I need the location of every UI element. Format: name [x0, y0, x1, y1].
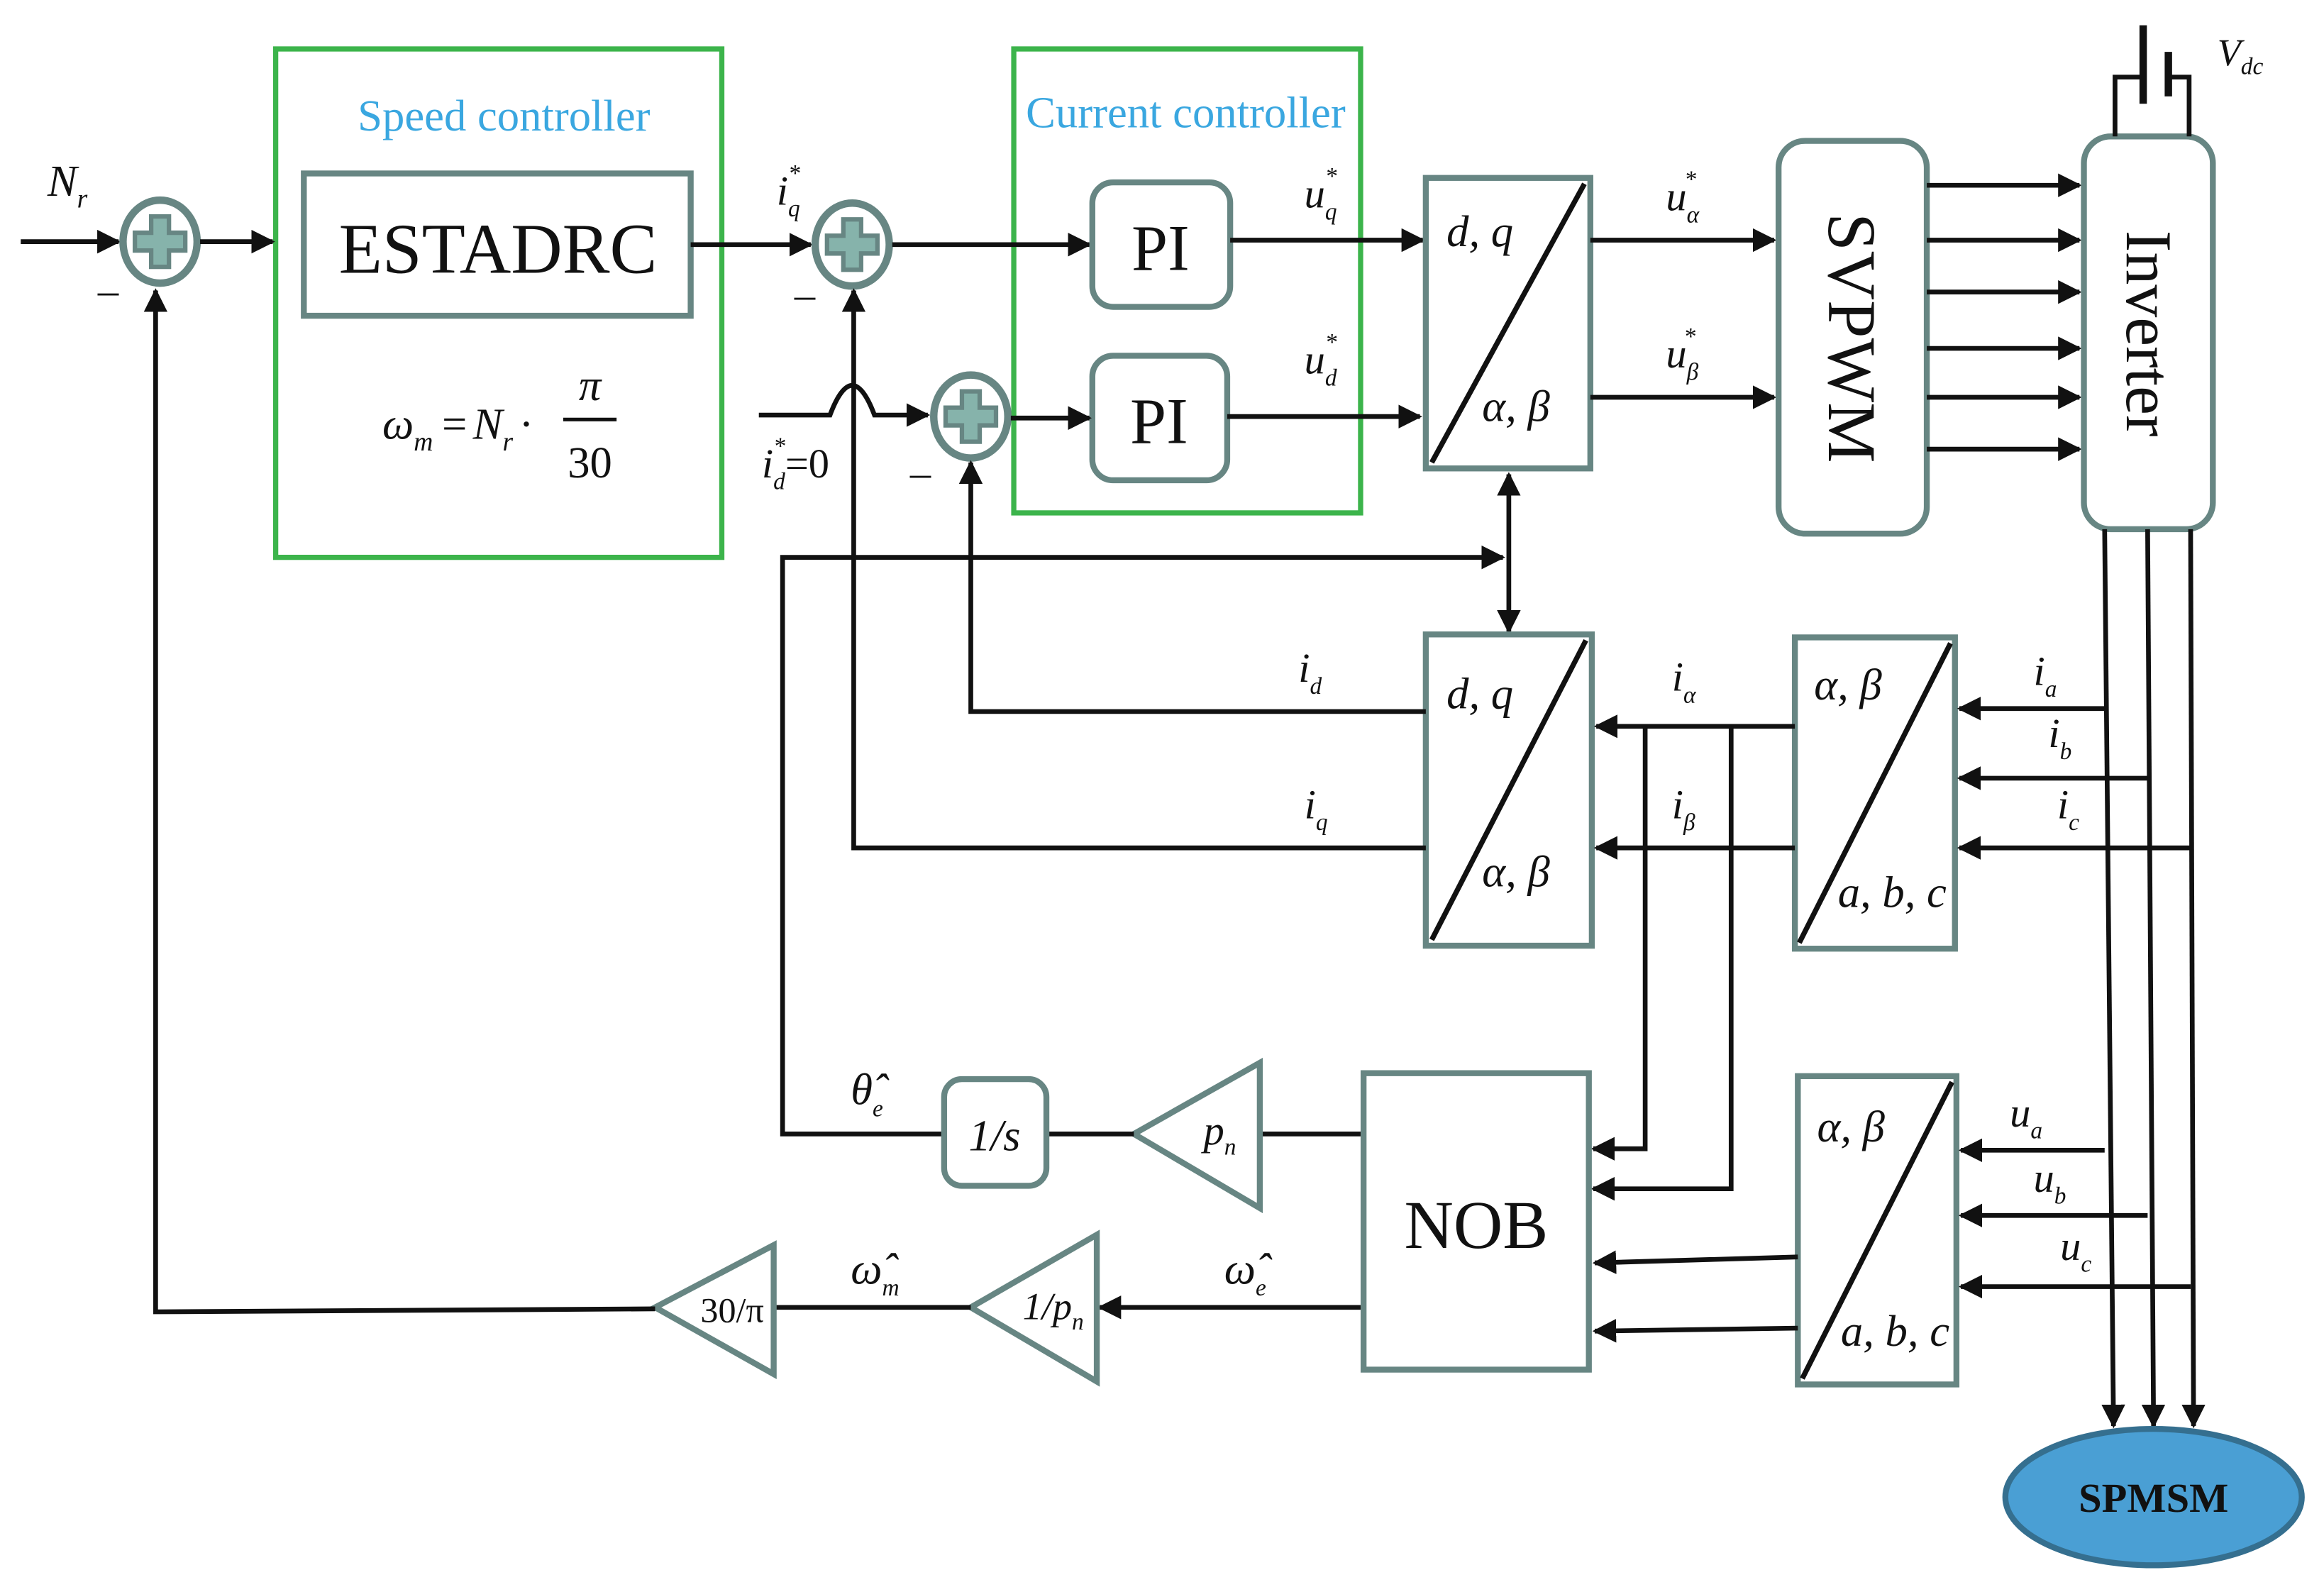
- ubeta-to-nob-line: [1592, 1319, 1798, 1343]
- label-ua: ua: [2010, 1090, 2042, 1144]
- estadrc-label: ESTADRC: [339, 209, 658, 288]
- clarke1-top-label: α, β: [1814, 660, 1882, 709]
- label-omega-e: ω̂e: [1224, 1244, 1273, 1301]
- phase-c-line: [2181, 529, 2206, 1429]
- label-nr: Nr: [47, 156, 88, 214]
- label-ia: ia: [2034, 648, 2057, 702]
- pi-q-label: PI: [1131, 211, 1190, 284]
- gain-pn-block: [1127, 1057, 1263, 1214]
- label-ub: ub: [2034, 1155, 2066, 1210]
- nob-label: NOB: [1404, 1187, 1548, 1263]
- pi-d-label: PI: [1130, 385, 1188, 458]
- label-uc: uc: [2060, 1223, 2091, 1278]
- svpwm-label: SVPWM: [1814, 213, 1890, 463]
- gain-30-pi-label: 30/π: [700, 1290, 763, 1330]
- svg-text:30: 30: [568, 438, 612, 487]
- label-ud-ref: ud*: [1305, 329, 1337, 391]
- label-vdc: Vdc: [2218, 31, 2264, 80]
- clarke2-bottom-label: a, b, c: [1841, 1306, 1949, 1356]
- control-block-diagram: Speed controller Current controller Nr –…: [21, 25, 2305, 1569]
- minus-sign: –: [794, 272, 816, 318]
- plus-circle-icon: [811, 199, 893, 290]
- inverter-label: Inverter: [2113, 231, 2185, 437]
- park2-bottom-label: α, β: [1482, 846, 1550, 896]
- label-id-ref: id*=0: [762, 433, 829, 494]
- ialpha-to-nob-line: [1590, 726, 1648, 1161]
- park1-top-label: d, q: [1446, 206, 1513, 256]
- plus-circle-icon: [930, 371, 1012, 462]
- speed-controller-title: Speed controller: [358, 91, 650, 140]
- park1-bottom-label: α, β: [1482, 381, 1550, 431]
- label-ibeta: iβ: [1672, 781, 1695, 836]
- spmsm-label: SPMSM: [2079, 1475, 2228, 1521]
- integrator-label: 1/s: [968, 1110, 1020, 1160]
- label-omega-m: ω̂m: [851, 1244, 899, 1301]
- id-ref-line: [758, 383, 931, 427]
- minus-sign: –: [909, 449, 931, 495]
- plus-circle-icon: [119, 196, 201, 287]
- label-ic: ic: [2057, 781, 2079, 836]
- clarke1-bottom-label: a, b, c: [1838, 868, 1947, 917]
- phase-a-line: [2101, 529, 2125, 1429]
- label-uq-ref: uq*: [1305, 163, 1337, 225]
- speed-conversion-formula: ωm = Nr · π 30: [382, 360, 617, 487]
- gate-signal-lines: [1927, 173, 2082, 461]
- label-ib: ib: [2048, 710, 2071, 765]
- park2-top-label: d, q: [1446, 669, 1513, 719]
- label-theta-e: θ̂e: [851, 1065, 890, 1122]
- current-controller-title: Current controller: [1026, 88, 1346, 138]
- svg-text:ωm=Nr·: ωm = Nr ·: [382, 399, 533, 457]
- ualpha-to-nob-line: [1592, 1250, 1798, 1274]
- id-feedback-line: [958, 460, 1426, 714]
- phase-b-line: [2141, 529, 2166, 1429]
- label-iq-ref: iq*: [777, 160, 800, 222]
- label-iq: iq: [1305, 781, 1328, 836]
- ibeta-to-nob-line: [1590, 726, 1734, 1201]
- label-id: id: [1298, 645, 1322, 700]
- battery-icon: [2113, 25, 2192, 137]
- label-ialpha: iα: [1672, 654, 1697, 709]
- clarke2-top-label: α, β: [1817, 1102, 1885, 1151]
- label-ubeta-ref: uβ*: [1666, 324, 1698, 385]
- label-ualpha-ref: uα*: [1666, 166, 1700, 228]
- svg-text:π: π: [579, 360, 602, 410]
- minus-sign: –: [97, 267, 119, 313]
